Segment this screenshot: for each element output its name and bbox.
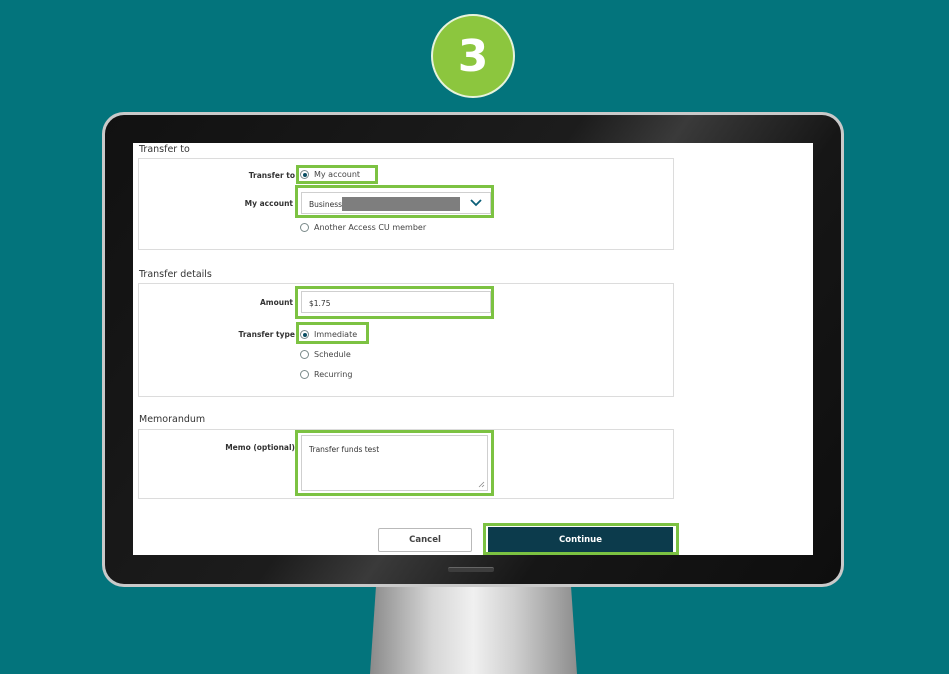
highlight-amount bbox=[295, 286, 494, 319]
transfer-type-label: Transfer type bbox=[238, 330, 295, 339]
cancel-button[interactable]: Cancel bbox=[378, 528, 472, 552]
highlight-my-account-select bbox=[295, 185, 494, 218]
radio-another-member-label: Another Access CU member bbox=[314, 223, 427, 232]
radio-recurring[interactable]: Recurring bbox=[300, 370, 352, 379]
monitor-stand bbox=[370, 583, 577, 674]
radio-schedule-label: Schedule bbox=[314, 350, 351, 359]
transfer-to-label: Transfer to bbox=[248, 171, 295, 180]
radio-unchecked-icon bbox=[300, 350, 309, 359]
radio-another-member[interactable]: Another Access CU member bbox=[300, 223, 426, 232]
section-title-transfer-to: Transfer to bbox=[139, 144, 190, 155]
highlight-my-account bbox=[296, 165, 378, 184]
monitor-power-button bbox=[448, 567, 494, 572]
radio-recurring-label: Recurring bbox=[314, 370, 353, 379]
step-number-badge: 3 bbox=[431, 14, 515, 98]
radio-unchecked-icon bbox=[300, 223, 309, 232]
radio-schedule[interactable]: Schedule bbox=[300, 350, 351, 359]
my-account-label: My account bbox=[244, 199, 293, 208]
radio-unchecked-icon bbox=[300, 370, 309, 379]
highlight-immediate bbox=[296, 322, 369, 344]
section-title-memorandum: Memorandum bbox=[139, 414, 206, 425]
highlight-continue bbox=[483, 523, 679, 555]
transfer-form-screen: Transfer to Transfer to My account My ac… bbox=[133, 143, 813, 555]
highlight-memo bbox=[295, 430, 494, 496]
amount-label: Amount bbox=[259, 298, 293, 307]
section-title-transfer-details: Transfer details bbox=[139, 269, 212, 280]
memo-label: Memo (optional) bbox=[225, 443, 295, 452]
